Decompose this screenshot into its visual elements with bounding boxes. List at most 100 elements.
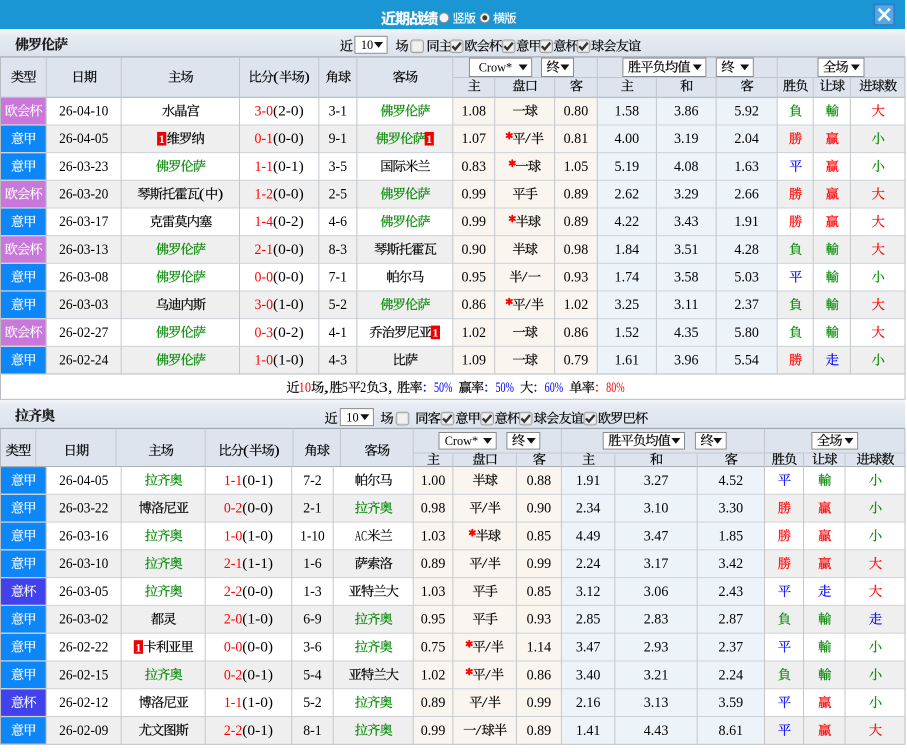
svg-text:,: , <box>323 380 329 396</box>
svg-text:6-9: 6-9 <box>303 612 321 628</box>
svg-text:1.02: 1.02 <box>421 667 446 683</box>
svg-text:4.28: 4.28 <box>734 242 759 258</box>
svg-text:3.10: 3.10 <box>644 501 669 517</box>
svg-text:2.37: 2.37 <box>734 297 759 313</box>
svg-text:1-1: 1-1 <box>255 159 273 175</box>
svg-text:1.41: 1.41 <box>576 723 601 739</box>
svg-text:7-2: 7-2 <box>303 473 321 489</box>
svg-text:3.47: 3.47 <box>644 528 669 544</box>
svg-text:(0-0): (0-0) <box>242 501 273 517</box>
svg-text:0-1: 0-1 <box>255 131 273 147</box>
svg-text:2.24: 2.24 <box>576 556 601 572</box>
svg-text:0.98: 0.98 <box>421 501 446 517</box>
svg-text:0.93: 0.93 <box>564 270 589 286</box>
svg-text:26-03-20: 26-03-20 <box>59 187 108 203</box>
svg-text:1-0: 1-0 <box>255 353 273 369</box>
svg-text:0.89: 0.89 <box>564 187 589 203</box>
svg-text:2.62: 2.62 <box>615 187 640 203</box>
svg-text:(1-0): (1-0) <box>273 353 304 369</box>
svg-text:0.86: 0.86 <box>461 297 486 313</box>
svg-text:1.58: 1.58 <box>615 104 640 120</box>
svg-text:26-02-22: 26-02-22 <box>59 639 108 655</box>
svg-text:0.83: 0.83 <box>461 159 486 175</box>
svg-text:1.74: 1.74 <box>615 270 640 286</box>
svg-text:1.09: 1.09 <box>461 353 486 369</box>
svg-text:3-6: 3-6 <box>303 639 321 655</box>
svg-text:1.63: 1.63 <box>734 159 759 175</box>
svg-text:0.99: 0.99 <box>461 214 486 230</box>
svg-text:2.93: 2.93 <box>644 639 669 655</box>
svg-text:26-02-12: 26-02-12 <box>59 695 108 711</box>
svg-text:2.87: 2.87 <box>719 612 744 628</box>
svg-text:3.86: 3.86 <box>674 104 699 120</box>
svg-text:(1-1): (1-1) <box>242 556 273 572</box>
svg-text:0.93: 0.93 <box>527 612 552 628</box>
svg-text:4.49: 4.49 <box>576 528 601 544</box>
svg-text:26-04-05: 26-04-05 <box>59 473 108 489</box>
svg-text:1.02: 1.02 <box>461 325 486 341</box>
svg-text:1.00: 1.00 <box>421 473 446 489</box>
svg-text:2.37: 2.37 <box>719 639 744 655</box>
svg-text:(0-0): (0-0) <box>242 639 273 655</box>
svg-text:26-03-05: 26-03-05 <box>59 584 108 600</box>
svg-text:0-0: 0-0 <box>224 639 242 655</box>
svg-text:0.98: 0.98 <box>564 242 589 258</box>
svg-text:26-04-10: 26-04-10 <box>59 104 108 120</box>
svg-text:2.43: 2.43 <box>719 584 744 600</box>
svg-text:8-3: 8-3 <box>329 242 347 258</box>
svg-text:1.61: 1.61 <box>615 353 640 369</box>
svg-text:5.80: 5.80 <box>734 325 759 341</box>
svg-text:26-02-24: 26-02-24 <box>59 353 109 369</box>
svg-text:1.52: 1.52 <box>615 325 640 341</box>
svg-text:3.27: 3.27 <box>644 473 669 489</box>
svg-text:0.89: 0.89 <box>421 556 446 572</box>
svg-text:(1-0): (1-0) <box>242 528 273 544</box>
svg-text:1: 1 <box>426 132 432 146</box>
svg-text:2.83: 2.83 <box>644 612 669 628</box>
svg-text:3.17: 3.17 <box>644 556 669 572</box>
svg-text:0-3: 0-3 <box>255 325 273 341</box>
svg-text:5.03: 5.03 <box>734 270 759 286</box>
svg-text:0.88: 0.88 <box>527 473 552 489</box>
svg-text:0.86: 0.86 <box>564 325 589 341</box>
svg-text:): ) <box>217 187 223 203</box>
svg-text:2.34: 2.34 <box>576 501 601 517</box>
svg-text:(0-1): (0-1) <box>242 473 273 489</box>
svg-text:26-03-02: 26-03-02 <box>59 612 108 628</box>
svg-text:3.13: 3.13 <box>644 695 669 711</box>
svg-text:26-03-03: 26-03-03 <box>59 297 108 313</box>
svg-text:0-2: 0-2 <box>224 501 242 517</box>
svg-text:26-02-09: 26-02-09 <box>59 723 108 739</box>
svg-text:26-03-13: 26-03-13 <box>59 242 108 258</box>
svg-text:(0-1): (0-1) <box>273 159 304 175</box>
svg-text:10: 10 <box>361 38 373 52</box>
svg-text:2-1: 2-1 <box>255 242 273 258</box>
svg-text:2-5: 2-5 <box>329 187 347 203</box>
svg-text:4-3: 4-3 <box>329 353 347 369</box>
svg-text:26-04-05: 26-04-05 <box>59 131 108 147</box>
svg-text:1-2: 1-2 <box>255 187 273 203</box>
svg-text:0.95: 0.95 <box>461 270 486 286</box>
svg-text:(0-0): (0-0) <box>273 242 304 258</box>
svg-text:4.00: 4.00 <box>615 131 640 147</box>
svg-text:26-03-16: 26-03-16 <box>59 528 108 544</box>
svg-text:0.95: 0.95 <box>421 612 446 628</box>
svg-text:3.12: 3.12 <box>576 584 601 600</box>
svg-text:1-0: 1-0 <box>224 528 242 544</box>
svg-text:0.89: 0.89 <box>421 695 446 711</box>
svg-text:3.43: 3.43 <box>674 214 699 230</box>
svg-text:(1-0): (1-0) <box>242 695 273 711</box>
svg-text:0.99: 0.99 <box>527 556 552 572</box>
svg-text:60%: 60% <box>545 380 563 396</box>
svg-text:4.22: 4.22 <box>615 214 640 230</box>
svg-text:(0-2): (0-2) <box>273 325 304 341</box>
svg-text:1.85: 1.85 <box>719 528 744 544</box>
svg-text:0.99: 0.99 <box>527 695 552 711</box>
svg-text:26-03-23: 26-03-23 <box>59 159 108 175</box>
svg-text:8-1: 8-1 <box>303 723 321 739</box>
svg-text:3.21: 3.21 <box>644 667 669 683</box>
svg-text:0.85: 0.85 <box>527 584 552 600</box>
svg-text:0.90: 0.90 <box>527 501 552 517</box>
svg-text:5-2: 5-2 <box>329 297 347 313</box>
svg-text:3.58: 3.58 <box>674 270 699 286</box>
